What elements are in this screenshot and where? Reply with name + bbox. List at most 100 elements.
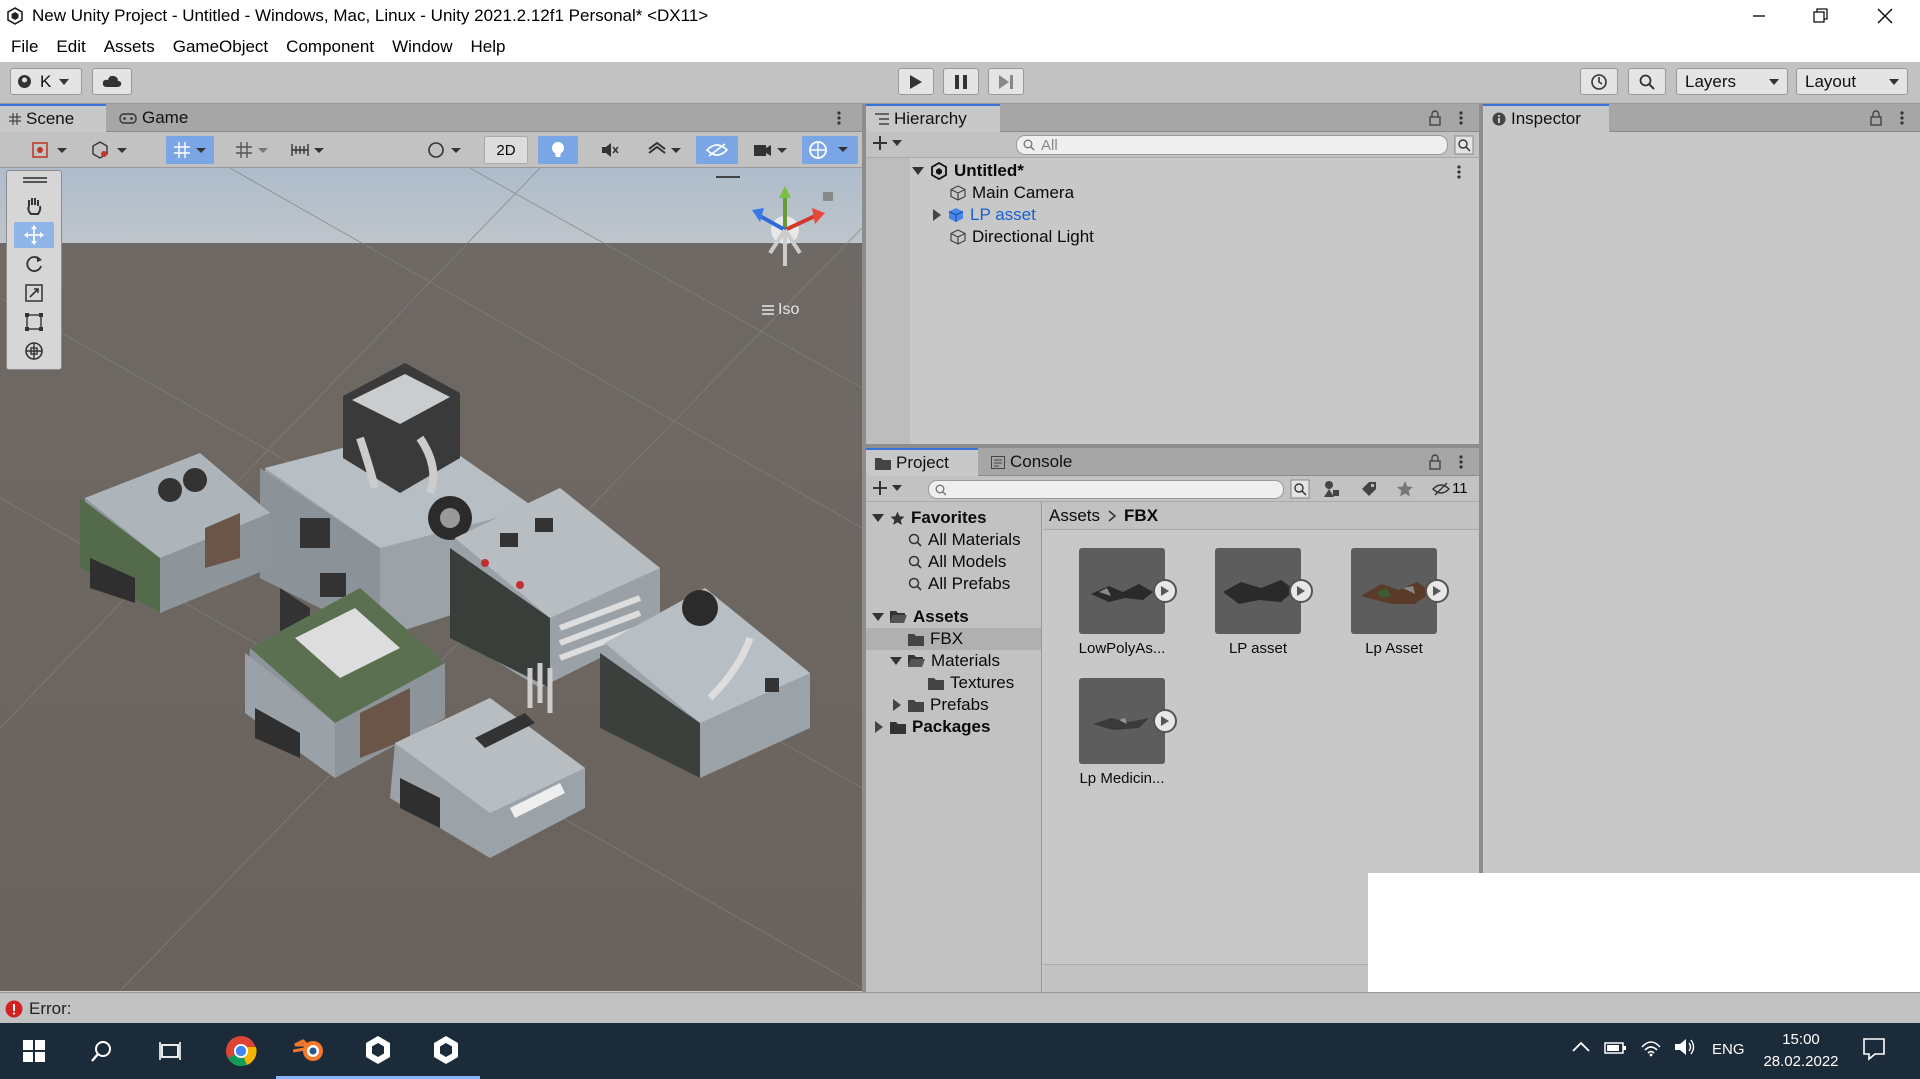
tab-project[interactable]: Project	[866, 448, 978, 476]
effects-dropdown[interactable]	[640, 136, 690, 164]
unity-hub-app[interactable]	[344, 1023, 412, 1079]
packages-root[interactable]: Packages	[874, 716, 990, 738]
shading-dropdown[interactable]	[420, 136, 470, 164]
gizmo-handle[interactable]	[716, 176, 740, 178]
favorite-item[interactable]: All Materials	[908, 529, 1021, 551]
language-indicator[interactable]: ENG	[1712, 1041, 1745, 1058]
hierarchy-more-icon[interactable]	[1458, 110, 1464, 126]
favorite-item[interactable]: All Prefabs	[908, 573, 1010, 595]
inspector-more-icon[interactable]	[1899, 110, 1905, 126]
search-scope-button[interactable]	[1290, 479, 1310, 499]
tray-overflow-icon[interactable]	[1572, 1041, 1590, 1053]
battery-icon[interactable]	[1604, 1039, 1628, 1055]
snap-increment-button[interactable]	[228, 136, 276, 164]
search-button[interactable]	[1628, 68, 1666, 95]
projection-label[interactable]: Iso	[762, 301, 799, 319]
wifi-icon[interactable]	[1640, 1037, 1662, 1057]
lighting-toggle[interactable]	[538, 136, 578, 164]
gizmos-dropdown[interactable]	[802, 136, 858, 164]
layers-dropdown[interactable]: Layers	[1676, 68, 1788, 95]
history-button[interactable]	[1580, 68, 1618, 95]
task-view-button[interactable]	[136, 1023, 204, 1079]
scene-root[interactable]: Untitled*	[912, 160, 1024, 182]
tab-scene[interactable]: Scene	[0, 104, 106, 132]
scene-more-icon[interactable]	[1456, 164, 1462, 180]
menu-assets[interactable]: Assets	[95, 37, 164, 57]
visibility-toggle[interactable]	[696, 136, 738, 164]
ruler-button[interactable]	[284, 136, 332, 164]
asset-item[interactable]: LowPolyAs...	[1067, 548, 1177, 657]
pause-button[interactable]	[943, 68, 979, 95]
taskbar-search-button[interactable]	[68, 1023, 136, 1079]
menu-window[interactable]: Window	[383, 37, 461, 57]
minimize-button[interactable]	[1728, 0, 1790, 32]
menu-gameobject[interactable]: GameObject	[164, 37, 277, 57]
hierarchy-add-button[interactable]	[872, 135, 902, 151]
hierarchy-item[interactable]: Directional Light	[950, 226, 1094, 248]
camera-dropdown[interactable]	[746, 136, 796, 164]
folder-item-textures[interactable]: Textures	[928, 672, 1014, 694]
chrome-app[interactable]	[207, 1023, 275, 1079]
tab-hierarchy[interactable]: Hierarchy	[866, 104, 1000, 132]
grid-snap-button[interactable]	[166, 136, 214, 164]
scene-search-button[interactable]	[1454, 135, 1474, 155]
rotate-tool[interactable]	[14, 251, 54, 277]
play-preview-icon[interactable]	[1153, 579, 1177, 603]
play-button[interactable]	[898, 68, 934, 95]
clock[interactable]: 15:00 28.02.2022	[1756, 1029, 1846, 1073]
move-tool[interactable]	[14, 222, 54, 248]
transform-tool[interactable]	[14, 338, 54, 364]
toggle-2d-button[interactable]: 2D	[484, 136, 528, 164]
play-preview-icon[interactable]	[1425, 579, 1449, 603]
tab-inspector[interactable]: Inspector	[1483, 104, 1609, 132]
tools-drag-handle[interactable]	[23, 177, 47, 179]
menu-edit[interactable]: Edit	[47, 37, 94, 57]
scene-viewport[interactable]: Iso	[0, 168, 862, 991]
menu-file[interactable]: File	[2, 37, 47, 57]
rect-tool[interactable]	[14, 309, 54, 335]
status-bar[interactable]: Error:	[0, 992, 1920, 1023]
scale-tool[interactable]	[14, 280, 54, 306]
play-preview-icon[interactable]	[1153, 709, 1177, 733]
lock-icon[interactable]	[1428, 110, 1442, 126]
menu-help[interactable]: Help	[462, 37, 515, 57]
account-dropdown[interactable]: K	[10, 68, 82, 95]
draw-mode-button[interactable]	[26, 136, 72, 164]
step-button[interactable]	[988, 68, 1024, 95]
menu-component[interactable]: Component	[277, 37, 383, 57]
start-button[interactable]	[0, 1023, 68, 1079]
tab-game[interactable]: Game	[110, 104, 197, 132]
hierarchy-search-input[interactable]: All	[1016, 135, 1448, 155]
asset-item[interactable]: Lp Medicin...	[1067, 678, 1177, 787]
folder-item-prefabs[interactable]: Prefabs	[892, 694, 989, 716]
project-add-button[interactable]	[872, 480, 902, 496]
filter-by-label-button[interactable]	[1360, 480, 1378, 498]
folder-item-materials[interactable]: Materials	[890, 650, 1000, 672]
asset-item[interactable]: LP asset	[1203, 548, 1313, 657]
lock-icon[interactable]	[1869, 110, 1883, 126]
hidden-packages-toggle[interactable]: 11	[1432, 480, 1468, 497]
status-error[interactable]: Error:	[5, 999, 72, 1019]
lock-icon[interactable]	[1428, 454, 1442, 470]
cloud-button[interactable]	[92, 68, 132, 95]
notification-icon[interactable]	[1862, 1037, 1886, 1061]
favorite-button[interactable]	[1396, 480, 1414, 498]
blender-app[interactable]	[276, 1023, 344, 1079]
layout-dropdown[interactable]: Layout	[1796, 68, 1908, 95]
favorite-item[interactable]: All Models	[908, 551, 1006, 573]
filter-by-type-button[interactable]	[1322, 480, 1340, 498]
audio-toggle[interactable]	[590, 136, 630, 164]
folder-item-fbx[interactable]: FBX	[908, 628, 963, 650]
project-search-input[interactable]	[928, 480, 1284, 499]
close-button[interactable]	[1854, 0, 1916, 32]
unity-editor-app[interactable]	[412, 1023, 480, 1079]
volume-icon[interactable]	[1674, 1037, 1696, 1057]
breadcrumb-item[interactable]: Assets	[1049, 506, 1100, 526]
breadcrumb-item[interactable]: FBX	[1124, 506, 1158, 526]
hierarchy-item[interactable]: Main Camera	[950, 182, 1074, 204]
tab-console[interactable]: Console	[982, 448, 1081, 476]
hierarchy-item[interactable]: LP asset	[932, 204, 1036, 226]
restore-button[interactable]	[1790, 0, 1852, 32]
scene-more-icon[interactable]	[836, 110, 842, 126]
project-more-icon[interactable]	[1458, 454, 1464, 470]
